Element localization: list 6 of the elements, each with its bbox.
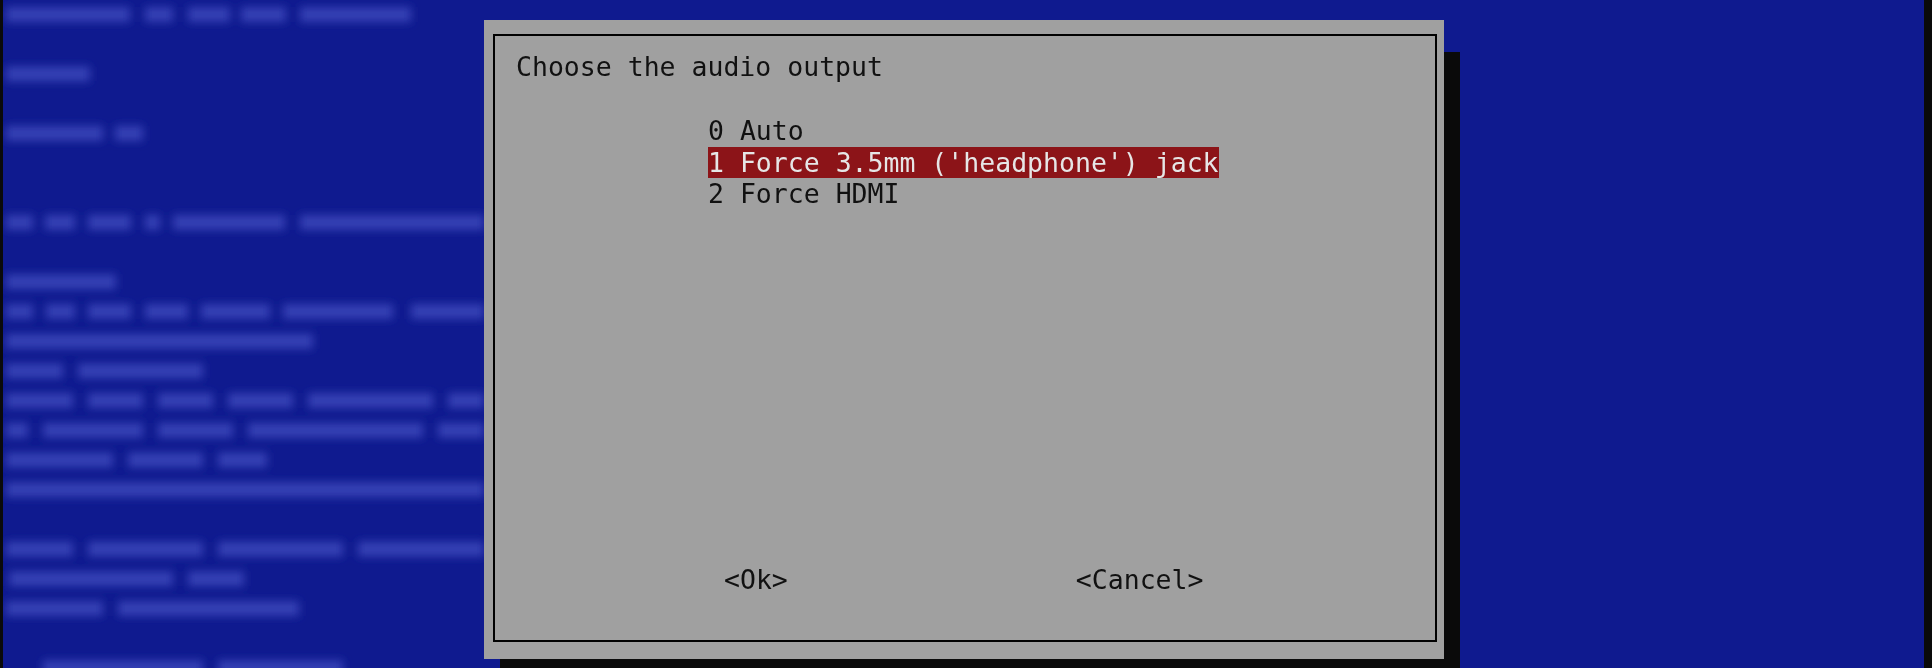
- menu-option[interactable]: 2 Force HDMI: [708, 178, 900, 210]
- dialog-button[interactable]: <Ok>: [724, 563, 788, 595]
- dialog-title: Choose the audio output: [516, 51, 883, 83]
- dialog-button[interactable]: <Cancel>: [1075, 563, 1204, 595]
- menu-option[interactable]: 0 Auto: [708, 115, 804, 147]
- menu-option[interactable]: 1 Force 3.5mm ('headphone') jack: [708, 146, 1219, 178]
